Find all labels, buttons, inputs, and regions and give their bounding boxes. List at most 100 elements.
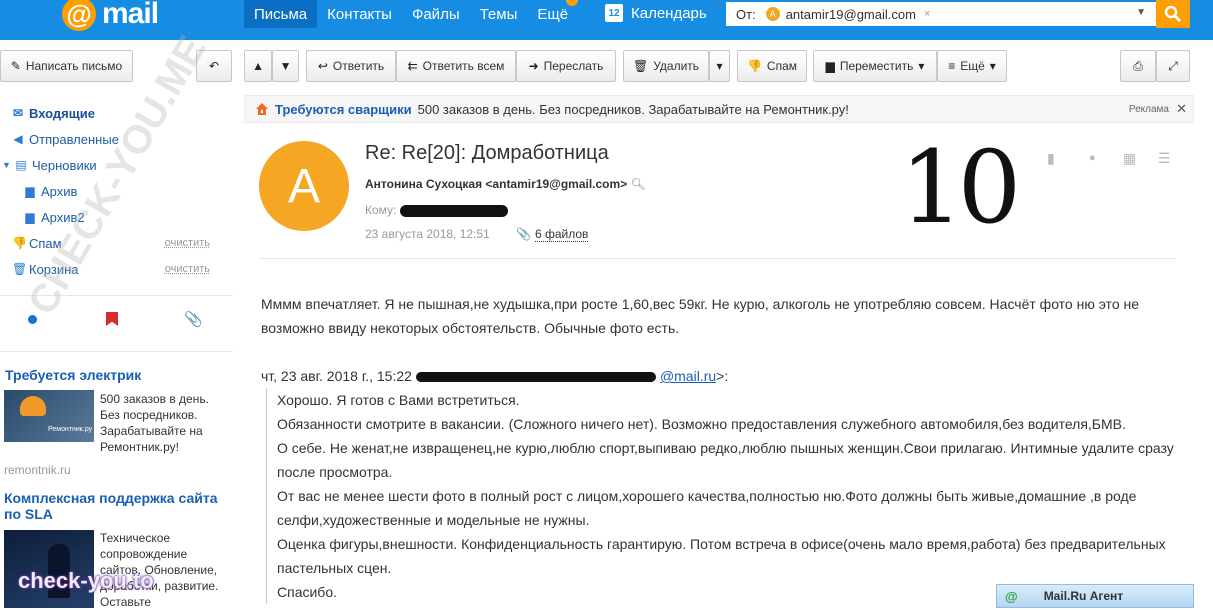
mail-logo[interactable]: @ mail <box>62 0 159 34</box>
close-ad-icon[interactable]: ✕ <box>1176 101 1187 117</box>
nav-contacts[interactable]: Контакты <box>317 0 402 28</box>
attachments-link[interactable]: 📎 6 файлов <box>516 227 589 242</box>
banner-highlight[interactable]: Требуются сварщики <box>275 102 412 117</box>
nav-calendar[interactable]: 12 Календарь <box>605 4 707 22</box>
back-button[interactable]: ↶ <box>196 50 232 82</box>
sender-name[interactable]: Антонина Сухоцкая <antamir19@gmail.com> <box>365 177 627 191</box>
more-button[interactable]: ≡ Ещё ▾ <box>937 50 1007 82</box>
divider <box>0 295 233 296</box>
nav-mail[interactable]: Письма <box>244 0 318 28</box>
search-button[interactable] <box>1156 0 1190 28</box>
fullscreen-button[interactable]: ⤢ <box>1156 50 1190 82</box>
delete-label: Удалить <box>653 59 700 73</box>
reply-icon: ↩ <box>317 59 328 73</box>
ad-text-electrician[interactable]: 500 заказов в день. Без посредников. Зар… <box>100 391 220 455</box>
folder-label: Входящие <box>29 105 95 121</box>
quote-line: От вас не менее шести фото в полный рост… <box>277 488 1137 528</box>
print-button[interactable]: ⎙ <box>1120 50 1156 82</box>
toolbar: ✎ Написать письмо ↶ ▲ ▼ ↩ Ответить ⇇ Ответи… <box>0 50 1213 82</box>
folder-spam[interactable]: 👎 Спам очистить <box>12 231 222 255</box>
folder-archive2[interactable]: ▆ Архив2 <box>24 205 85 229</box>
folder-archive[interactable]: ▆ Архив <box>24 179 77 203</box>
ad-image-sla[interactable] <box>4 530 94 608</box>
clear-trash-link[interactable]: очистить <box>165 263 210 275</box>
quote-date: чт, 23 авг. 2018 г., 15:22 <box>261 368 412 384</box>
nav-themes[interactable]: Темы <box>470 0 528 28</box>
next-message-button[interactable]: ▼ <box>272 50 299 82</box>
at-logo-icon: @ <box>62 0 96 31</box>
prev-message-button[interactable]: ▲ <box>244 50 272 82</box>
ad-label: Реклама <box>1128 103 1169 115</box>
recipient-label: Кому: <box>365 203 397 217</box>
folder-label: Архив <box>41 183 78 199</box>
agent-label: Mail.Ru Агент <box>1043 589 1124 603</box>
nav-more[interactable]: Ещё <box>527 0 579 28</box>
banner-text: 500 заказов в день. Без посредников. Зар… <box>417 101 849 117</box>
thumbs-down-icon: 👎 <box>746 59 762 73</box>
ad-title-electrician[interactable]: Требуется электрик <box>5 367 141 383</box>
folder-label: Отправленные <box>29 131 119 147</box>
expand-arrow-icon[interactable]: ▼ <box>2 160 11 170</box>
forward-button[interactable]: ➜ Переслать <box>516 50 616 82</box>
arrow-down-icon: ▼ <box>279 59 292 73</box>
delete-dropdown-button[interactable]: ▾ <box>709 50 730 82</box>
folder-icon: ▆ <box>25 184 35 198</box>
reply-all-icon: ⇇ <box>407 59 418 73</box>
reply-all-button[interactable]: ⇇ Ответить всем <box>396 50 516 82</box>
caret-down-icon: ▾ <box>918 59 925 73</box>
search-from-label: От: <box>736 6 756 22</box>
attachment-filter-icon[interactable]: 📎 <box>184 310 203 328</box>
search-input[interactable]: От: A antamir19@gmail.com × ▼ <box>726 2 1156 26</box>
folder-trash[interactable]: 🗑 Корзина очистить <box>12 257 222 281</box>
folder-label: Корзина <box>29 261 79 277</box>
clear-filter-icon[interactable]: × <box>924 8 930 20</box>
unread-filter-icon[interactable] <box>28 315 37 324</box>
folder-icon: ▆ <box>25 210 35 224</box>
folder-inbox[interactable]: ✉ Входящие <box>12 101 95 125</box>
quote-mail-link[interactable]: @mail.ru <box>660 368 716 384</box>
mail-agent-bar[interactable]: @ Mail.Ru Агент <box>996 584 1194 608</box>
spam-icon: 👎 <box>12 236 27 250</box>
house-icon <box>256 103 268 115</box>
compose-button[interactable]: ✎ Написать письмо <box>0 50 133 82</box>
ad-source[interactable]: remontnik.ru <box>4 463 71 477</box>
caret-down-icon: ▾ <box>989 59 996 73</box>
divider <box>0 351 233 352</box>
message-menu-icon[interactable]: ☰ <box>1158 150 1171 167</box>
delete-button[interactable]: 🗑 Удалить <box>623 50 709 82</box>
magnifier-icon[interactable]: 🔍︎ <box>631 177 646 191</box>
redacted-recipient <box>400 205 508 217</box>
ad-image-electrician[interactable]: Ремонтник.ру <box>4 390 94 442</box>
divider <box>259 258 1175 259</box>
folder-drafts[interactable]: ▼ ▤ Черновики <box>2 153 97 177</box>
sender-line[interactable]: Антонина Сухоцкая <antamir19@gmail.com> … <box>365 177 646 191</box>
ad-title-sla[interactable]: Комплексная поддержка сайта по SLA <box>4 490 224 522</box>
spam-button[interactable]: 👎 Спам <box>737 50 807 82</box>
nav-files[interactable]: Файлы <box>402 0 470 28</box>
undo-icon: ↶ <box>208 59 220 73</box>
ad-text-sla[interactable]: Техническое сопровождение сайтов. Обновл… <box>100 530 222 610</box>
printer-icon: ⎙ <box>1133 58 1143 73</box>
top-ad-banner[interactable]: Требуются сварщики 500 заказов в день. Б… <box>244 95 1194 123</box>
drafts-icon: ▤ <box>15 158 27 172</box>
quote-line: О себе. Не женат,не извращенец,не курю,л… <box>277 440 1174 480</box>
message-date: 23 августа 2018, 12:51 <box>365 227 490 241</box>
bookmark-icon[interactable]: ▮ <box>1047 150 1055 167</box>
arrow-up-icon: ▲ <box>252 59 264 73</box>
clear-spam-link[interactable]: очистить <box>165 237 210 249</box>
agent-icon: @ <box>1005 588 1018 604</box>
read-status-icon[interactable]: ● <box>1089 152 1096 164</box>
main-nav: Письма Контакты Файлы Темы Ещё <box>244 0 579 28</box>
search-icon <box>1164 5 1182 23</box>
reply-button[interactable]: ↩ Ответить <box>306 50 396 82</box>
search-dropdown-icon[interactable]: ▼ <box>1136 7 1146 18</box>
attachments-label[interactable]: 6 файлов <box>534 227 589 242</box>
move-button[interactable]: ▆ Переместить ▾ <box>813 50 937 82</box>
message-subject: Re: Re[20]: Домработница <box>365 142 609 164</box>
flagged-filter-icon[interactable] <box>106 312 118 326</box>
folder-label: Архив2 <box>41 209 85 225</box>
quote-header-end: >: <box>716 368 729 384</box>
folder-sent[interactable]: ◀ Отправленные <box>12 127 119 151</box>
calendar-add-icon[interactable]: ▦ <box>1123 150 1136 167</box>
calendar-icon: 12 <box>605 4 623 22</box>
